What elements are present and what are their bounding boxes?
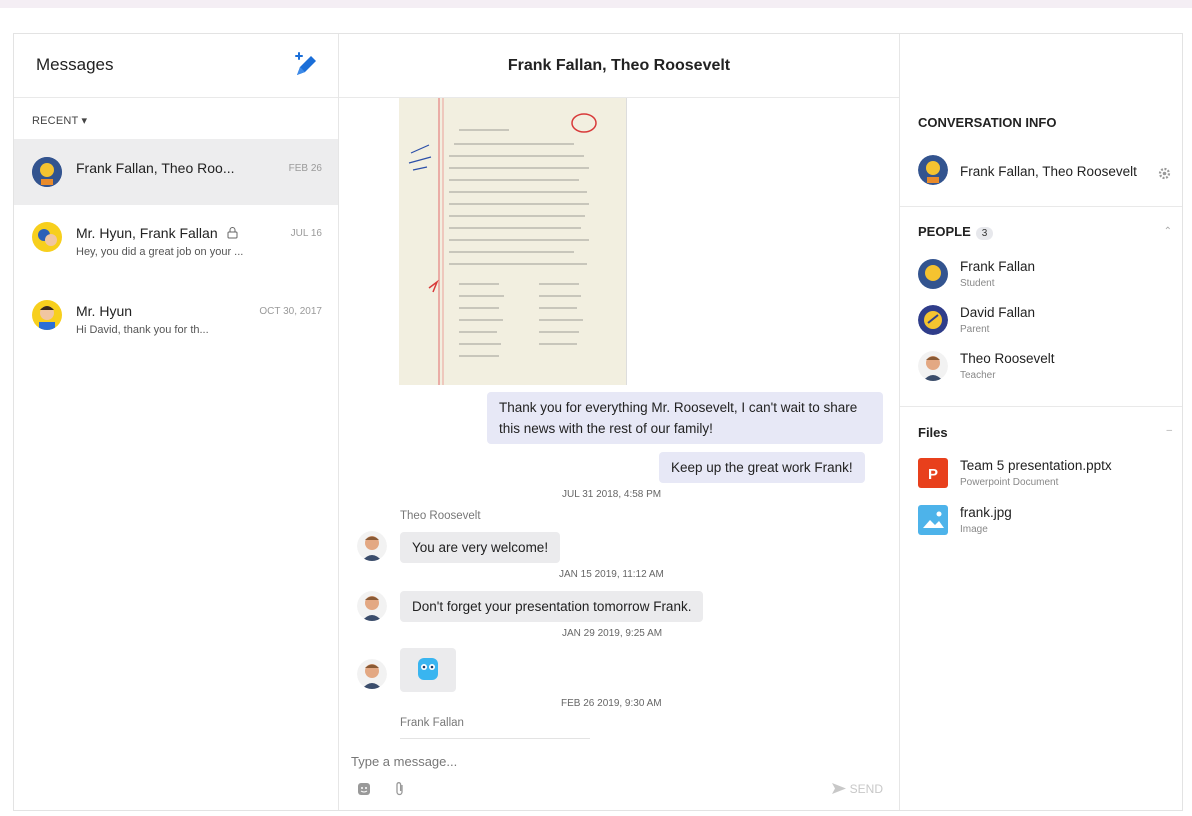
sticker-icon [418,658,438,680]
conversation-name: Frank Fallan, Theo Roosevelt [960,164,1137,179]
thread-preview: Hi David, thank you for th... [76,324,209,336]
person-role: Parent [960,324,990,335]
thread-preview: Hey, you did a great job on your ... [76,246,244,258]
thread-name: Mr. Hyun [76,303,133,319]
person-role: Teacher [960,370,996,381]
person-name: Theo Roosevelt [960,351,1055,366]
avatar [357,659,387,689]
attachment-icon[interactable] [393,781,407,797]
people-count-badge: 3 [975,227,994,240]
thread-item[interactable]: Frank Fallan, Theo Roo... FEB 26 [14,139,338,205]
attached-image[interactable] [399,98,627,385]
sticker-message [400,648,456,692]
person-role: Student [960,278,995,289]
messages-window: Messages RECENT ▾ Frank Fallan, Theo Roo… [13,33,1183,811]
file-name: Team 5 presentation.pptx [960,458,1112,473]
incoming-message-bubble: You are very welcome! [400,532,561,563]
sender-name: Frank Fallan [400,717,464,729]
avatar [918,155,948,185]
collapse-people-icon[interactable]: ⌃ [1164,226,1172,237]
group-lock-icon [227,227,237,239]
send-button[interactable]: SEND [832,782,883,796]
avatar [918,259,948,289]
file-type: Image [960,524,988,535]
message-timestamp: JUL 31 2018, 4:58 PM [562,489,662,500]
conversation-pane: Frank Fallan, Theo Roosevelt Thank you f… [339,34,900,810]
image-file-icon [918,505,948,535]
people-title-text: PEOPLE [918,224,971,239]
svg-text:P: P [928,466,938,483]
gear-icon[interactable] [1158,167,1171,180]
compose-icon[interactable] [292,52,320,80]
avatar [32,157,62,187]
threads-pane: Messages RECENT ▾ Frank Fallan, Theo Roo… [14,34,339,810]
message-timestamp: JAN 29 2019, 9:25 AM [562,628,663,639]
divider [900,406,1182,407]
send-icon [832,783,847,794]
file-type: Powerpoint Document [960,477,1059,488]
threads-header: Messages [14,34,338,98]
thread-item[interactable]: Mr. Hyun, Frank Fallan JUL 16 Hey, you d… [14,206,338,272]
thread-date: OCT 30, 2017 [259,306,322,317]
files-title: Files [918,425,948,440]
message-timestamp: JAN 15 2019, 11:12 AM [559,569,664,580]
conversation-title: Frank Fallan, Theo Roosevelt [339,34,899,98]
top-band [0,0,1192,8]
collapse-files-icon[interactable]: – [1166,425,1172,436]
thread-date: JUL 16 [290,228,322,239]
powerpoint-file-icon: P [918,458,948,488]
sender-name: Theo Roosevelt [400,510,481,522]
file-name: frank.jpg [960,505,1012,520]
messages-title: Messages [36,55,114,74]
thread-name: Frank Fallan, Theo Roo... [76,160,235,176]
thread-date: FEB 26 [288,163,322,174]
person-name: David Fallan [960,305,1036,320]
person-name: Frank Fallan [960,259,1036,274]
avatar [357,591,387,621]
handwritten-page-image [399,98,626,385]
people-title: PEOPLE 3 [918,224,994,240]
avatar [32,222,62,252]
avatar [32,300,62,330]
avatar [357,531,387,561]
message-timestamp: FEB 26 2019, 9:30 AM [561,698,662,709]
outgoing-message-bubble: Thank you for everything Mr. Roosevelt, … [487,392,883,444]
divider [900,206,1182,207]
conversation-info-pane: CONVERSATION INFO Frank Fallan, Theo Roo… [900,34,1182,810]
send-label: SEND [849,782,883,796]
avatar [918,305,948,335]
recent-filter[interactable]: RECENT ▾ [32,114,87,127]
conversation-info-title: CONVERSATION INFO [918,115,1057,130]
sticker-button-icon[interactable] [357,782,371,796]
thread-item[interactable]: Mr. Hyun OCT 30, 2017 Hi David, thank yo… [14,284,338,350]
incoming-message-bubble: Don't forget your presentation tomorrow … [400,591,704,622]
thread-name: Mr. Hyun, Frank Fallan [76,225,239,241]
thread-name-text: Mr. Hyun, Frank Fallan [76,225,218,241]
message-input[interactable]: Type a message... [351,754,457,769]
avatar [918,351,948,381]
partial-message-divider [400,738,590,739]
outgoing-message-bubble: Keep up the great work Frank! [659,452,865,483]
